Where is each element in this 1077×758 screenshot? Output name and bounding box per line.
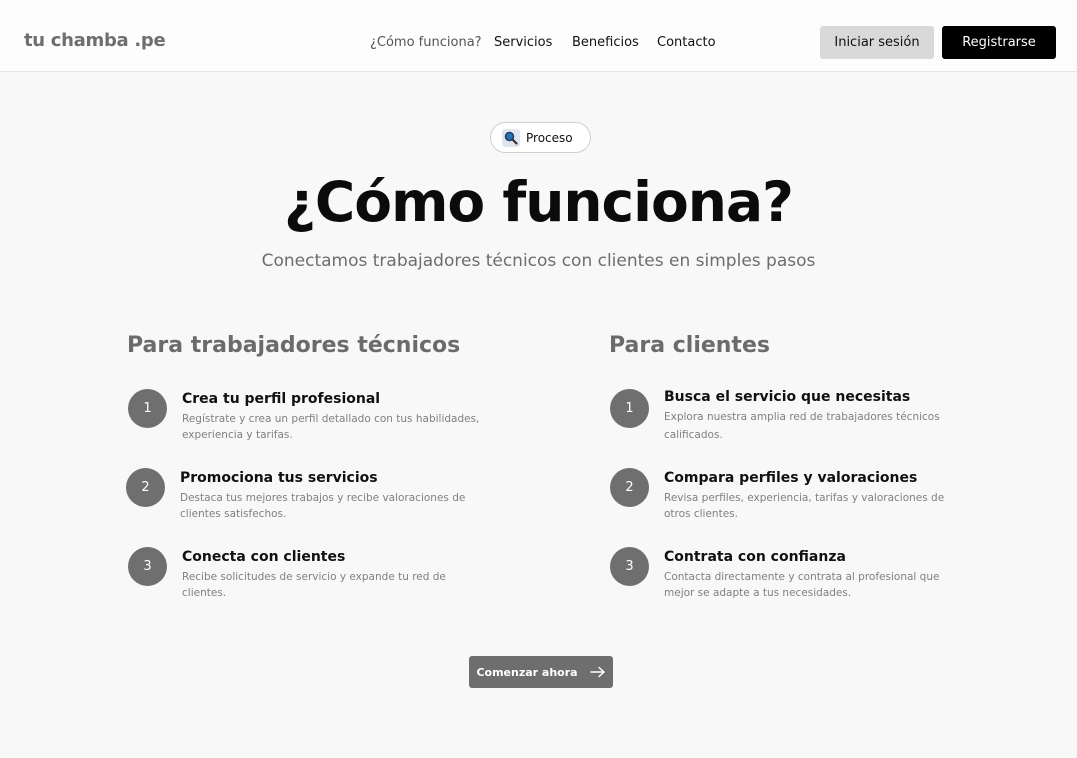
workers-title: Para trabajadores técnicos (127, 333, 461, 358)
clients-title: Para clientes (609, 333, 770, 358)
register-button[interactable]: Registrarse (942, 26, 1056, 59)
step-number: 1 (610, 389, 649, 428)
step-title: Conecta con clientes (182, 549, 346, 565)
step-number: 3 (610, 547, 649, 586)
start-now-button[interactable]: Comenzar ahora (469, 656, 613, 688)
step-title: Compara perfiles y valoraciones (664, 470, 918, 486)
nav-servicios[interactable]: Servicios (494, 35, 552, 50)
page-title: ¿Cómo funciona? (284, 170, 794, 234)
nav-beneficios[interactable]: Beneficios (572, 35, 639, 50)
step-title: Contrata con confianza (664, 549, 846, 565)
step-number: 2 (610, 468, 649, 507)
page-subtitle: Conectamos trabajadores técnicos con cli… (261, 251, 816, 271)
badge-label: Proceso (526, 130, 573, 145)
step-title: Busca el servicio que necesitas (664, 389, 911, 405)
arrow-right-icon (589, 666, 605, 678)
site-logo[interactable]: tu chamba .pe (24, 30, 166, 51)
step-description: Regístrate y crea un perfil detallado co… (182, 413, 480, 441)
process-badge: Proceso (490, 122, 591, 153)
nav-como-funciona[interactable]: ¿Cómo funciona? (370, 35, 482, 50)
magnifier-icon (502, 128, 520, 147)
step-number: 2 (126, 468, 165, 507)
step-title: Crea tu perfil profesional (182, 391, 381, 407)
cta-label: Comenzar ahora (476, 665, 578, 679)
step-number: 1 (128, 389, 167, 428)
login-button[interactable]: Iniciar sesión (820, 26, 934, 59)
step-number: 3 (128, 547, 167, 586)
step-description: Revisa perfiles, experiencia, tarifas y … (664, 492, 945, 520)
nav-contacto[interactable]: Contacto (657, 35, 716, 50)
step-description: Contacta directamente y contrata al prof… (664, 571, 940, 599)
step-description: Explora nuestra amplia red de trabajador… (664, 411, 940, 441)
step-description: Destaca tus mejores trabajos y recibe va… (180, 492, 466, 520)
step-description: Recibe solicitudes de servicio y expande… (182, 571, 446, 599)
step-title: Promociona tus servicios (180, 470, 378, 486)
top-navbar: tu chamba .pe ¿Cómo funciona? Servicios … (0, 0, 1077, 72)
